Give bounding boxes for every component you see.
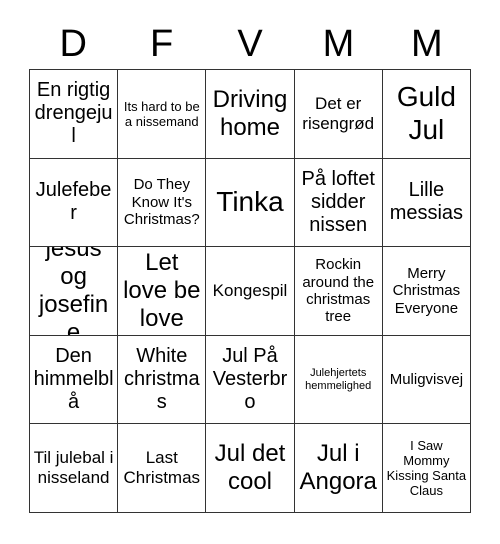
bingo-cell[interactable]: White christmas (118, 335, 207, 425)
bingo-cell[interactable]: Muligvisvej (382, 335, 471, 425)
bingo-cell[interactable]: Julehjertets hemmelighed (294, 335, 383, 425)
bingo-cell[interactable]: Let love be love (118, 247, 207, 336)
bingo-cell-label: Its hard to be a nissemand (123, 98, 200, 129)
bingo-cell[interactable]: Jul På Vesterbro (206, 335, 295, 425)
bingo-cell-label: Den himmelblå (33, 344, 114, 414)
bingo-cell-label: Jul det cool (214, 440, 286, 496)
bingo-cell-label: Let love be love (123, 249, 201, 332)
bingo-header-letter-1: D (59, 23, 87, 65)
bingo-cell[interactable]: jesus og josefine (30, 247, 119, 336)
bingo-cell-label: jesus og josefine (38, 247, 109, 336)
bingo-cell-label: Tinka (216, 186, 284, 218)
bingo-cell-label: Muligvisvej (389, 370, 464, 388)
bingo-cell[interactable]: En rigtig drengejul (30, 70, 119, 159)
bingo-cell-label: En rigtig drengejul (34, 79, 113, 148)
bingo-cell-label: I Saw Mommy Kissing Santa Claus (386, 438, 467, 499)
bingo-cell[interactable]: Jul det cool (206, 424, 295, 513)
bingo-cell[interactable]: Do They Know It's Christmas? (118, 158, 207, 248)
bingo-cell[interactable]: Last Christmas (118, 424, 207, 513)
bingo-cell-label: Julehjertets hemmelighed (305, 366, 372, 392)
bingo-cell-label: Til julebal i nisseland (33, 448, 114, 488)
bingo-cell[interactable]: Rockin around the christmas tree (294, 247, 383, 336)
bingo-header-letter-2: F (150, 23, 174, 65)
bingo-header-letter-4: M (322, 23, 355, 65)
bingo-cell[interactable]: Guld Jul (382, 70, 471, 159)
bingo-header-row: D F V M M (29, 19, 471, 69)
bingo-cell[interactable]: Til julebal i nisseland (30, 424, 119, 513)
bingo-card: D F V M M En rigtig drengejul Its hard t… (0, 0, 500, 544)
bingo-cell-label: Kongespil (212, 281, 288, 301)
bingo-cell[interactable]: Det er risengrød (294, 70, 383, 159)
bingo-cell[interactable]: Lille messias (382, 158, 471, 248)
bingo-cell[interactable]: Driving home (206, 70, 295, 159)
bingo-cell-label: Jul i Angora (299, 440, 377, 496)
bingo-grid: En rigtig drengejul Its hard to be a nis… (29, 69, 471, 513)
bingo-header-letter-5: M (411, 23, 443, 65)
bingo-cell[interactable]: Kongespil (206, 247, 295, 336)
bingo-cell[interactable]: Julefeber (30, 158, 119, 248)
bingo-cell-label: White christmas (124, 344, 200, 414)
bingo-cell[interactable]: Tinka (206, 158, 295, 248)
bingo-cell[interactable]: Its hard to be a nissemand (118, 70, 207, 159)
bingo-cell-label: Last Christmas (123, 448, 201, 488)
bingo-cell-label: På loftet sidder nissen (301, 167, 375, 236)
bingo-cell-label: Merry Christmas Everyone (392, 264, 461, 317)
bingo-cell-label: Do They Know It's Christmas? (123, 176, 200, 229)
bingo-cell-label: Julefeber (35, 179, 112, 225)
bingo-cell-label: Lille messias (389, 179, 464, 225)
bingo-cell-label: Jul På Vesterbro (212, 344, 288, 414)
bingo-cell-label: Driving home (212, 85, 288, 141)
bingo-cell[interactable]: I Saw Mommy Kissing Santa Claus (382, 424, 471, 513)
bingo-header-letter-3: V (237, 23, 263, 65)
bingo-cell[interactable]: På loftet sidder nissen (294, 158, 383, 248)
bingo-cell-label: Guld Jul (396, 81, 456, 145)
bingo-cell[interactable]: Merry Christmas Everyone (382, 247, 471, 336)
bingo-cell[interactable]: Jul i Angora (294, 424, 383, 513)
bingo-cell-label: Det er risengrød (302, 94, 375, 133)
bingo-cell[interactable]: Den himmelblå (30, 335, 119, 425)
bingo-cell-label: Rockin around the christmas tree (302, 256, 375, 326)
